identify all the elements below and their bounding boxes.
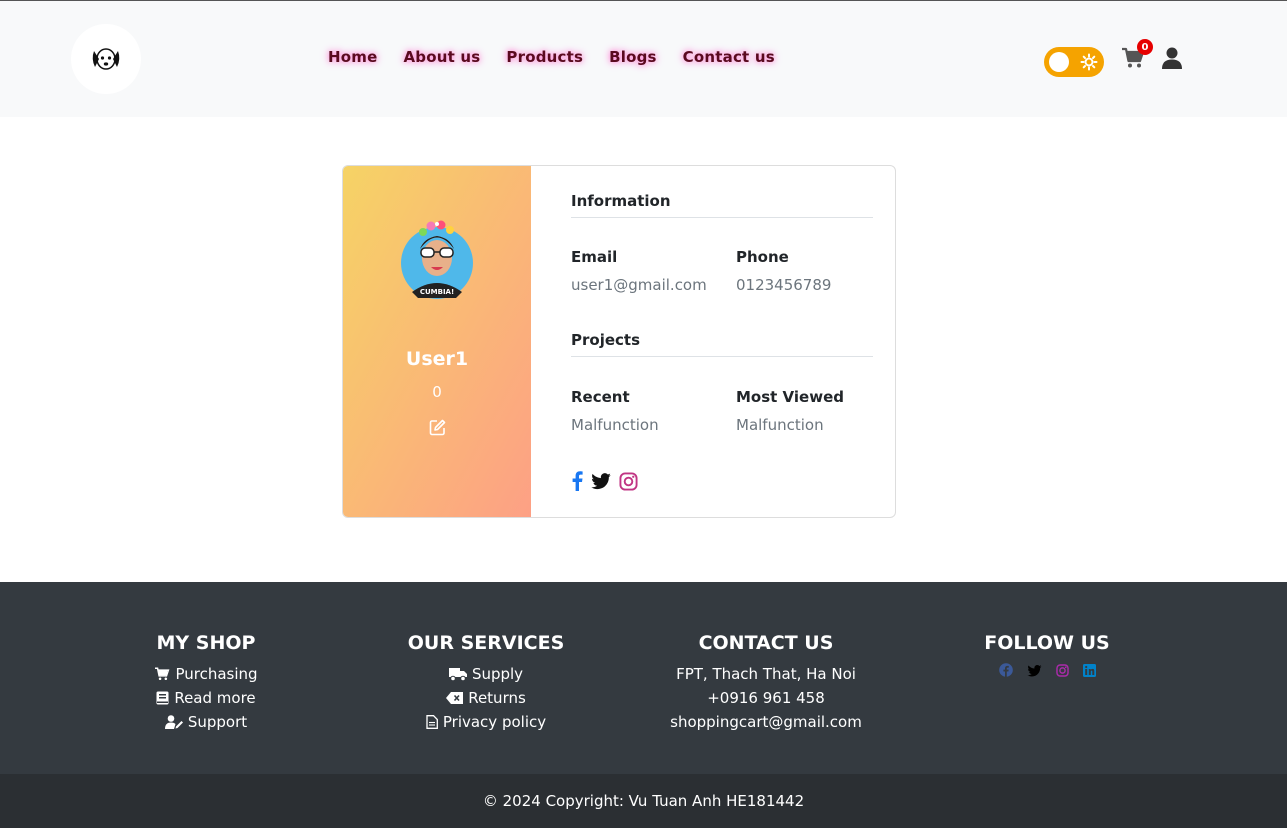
- twitter-icon: [591, 472, 611, 489]
- footer-follow-title: FOLLOW US: [984, 632, 1110, 654]
- theme-toggle[interactable]: [1044, 47, 1104, 77]
- projects-title: Projects: [571, 331, 873, 357]
- facebook-icon: [998, 663, 1013, 677]
- twitter-link[interactable]: [591, 472, 611, 494]
- main-nav: Home About us Products Blogs Contact us: [328, 48, 775, 66]
- recent-value: Malfunction: [571, 416, 659, 434]
- footer-support-label: Support: [187, 713, 248, 731]
- footer-privacy-label: Privacy policy: [442, 713, 547, 731]
- site-header: Home About us Products Blogs Contact us …: [0, 1, 1287, 117]
- email-label: Email: [571, 248, 618, 266]
- edit-icon: [429, 419, 446, 436]
- book-icon: [156, 691, 169, 705]
- profile-sidebar: CUMBIA! User1 0: [343, 166, 531, 517]
- user-edit-icon: [164, 715, 183, 729]
- footer-contact: CONTACT US FPT, Thach That, Ha Noi +0916…: [656, 632, 876, 734]
- edit-profile-button[interactable]: [429, 419, 446, 440]
- phone-label: Phone: [736, 248, 789, 266]
- footer-returns-label: Returns: [468, 689, 526, 707]
- footer-readmore-link[interactable]: Read more: [106, 686, 306, 710]
- footer-follow: FOLLOW US: [947, 632, 1147, 681]
- toggle-knob: [1049, 52, 1069, 72]
- instagram-link[interactable]: [619, 471, 638, 495]
- information-title: Information: [571, 192, 873, 218]
- footer-support-link[interactable]: Support: [106, 710, 306, 734]
- cart-count-badge: 0: [1137, 39, 1153, 55]
- profile-count: 0: [432, 383, 442, 401]
- document-icon: [426, 715, 438, 729]
- facebook-icon: [572, 471, 583, 491]
- linkedin-icon: [1082, 664, 1096, 677]
- footer-instagram-link[interactable]: [1055, 662, 1069, 681]
- nav-about[interactable]: About us: [403, 48, 480, 66]
- instagram-icon: [1055, 664, 1069, 677]
- nav-contact[interactable]: Contact us: [683, 48, 775, 66]
- footer-services: OUR SERVICES Supply Returns Privacy poli…: [386, 632, 586, 734]
- account-button[interactable]: [1162, 47, 1182, 73]
- footer-shop: MY SHOP Purchasing Read more Support: [106, 632, 306, 734]
- footer-readmore-label: Read more: [174, 689, 256, 707]
- most-viewed-label: Most Viewed: [736, 388, 844, 406]
- instagram-icon: [619, 471, 638, 491]
- footer-contact-title: CONTACT US: [698, 632, 834, 654]
- copyright-bar: © 2024 Copyright: Vu Tuan Anh HE181442: [0, 774, 1287, 828]
- twitter-icon: [1026, 665, 1041, 677]
- avatar-shirt-text: CUMBIA!: [420, 288, 454, 296]
- logo[interactable]: [71, 24, 141, 94]
- footer-purchasing-label: Purchasing: [175, 665, 258, 683]
- footer-phone: +0916 961 458: [707, 689, 825, 707]
- profile-card: CUMBIA! User1 0 Information Email user1@…: [342, 165, 896, 518]
- recent-label: Recent: [571, 388, 630, 406]
- footer-linkedin-link[interactable]: [1082, 662, 1096, 681]
- facebook-link[interactable]: [571, 471, 583, 495]
- footer-purchasing-link[interactable]: Purchasing: [106, 662, 306, 686]
- footer-facebook-link[interactable]: [998, 662, 1013, 681]
- footer-address: FPT, Thach That, Ha Noi: [676, 665, 856, 683]
- dog-logo-icon: [92, 48, 120, 70]
- footer-supply-label: Supply: [471, 665, 524, 683]
- footer-privacy-link[interactable]: Privacy policy: [386, 710, 586, 734]
- truck-icon: [448, 668, 467, 681]
- user-icon: [1162, 47, 1182, 69]
- sun-icon: [1080, 53, 1098, 71]
- footer-twitter-link[interactable]: [1026, 662, 1042, 681]
- site-footer: MY SHOP Purchasing Read more Support OUR…: [0, 582, 1287, 774]
- nav-products[interactable]: Products: [506, 48, 583, 66]
- profile-socials: [571, 471, 638, 495]
- copyright-text: © 2024 Copyright: Vu Tuan Anh HE181442: [482, 792, 805, 810]
- avatar: CUMBIA!: [401, 220, 473, 299]
- footer-social-icons: [947, 662, 1147, 681]
- nav-home[interactable]: Home: [328, 48, 377, 66]
- most-viewed-value: Malfunction: [736, 416, 824, 434]
- phone-value: 0123456789: [736, 276, 832, 294]
- backspace-icon: [446, 692, 464, 704]
- footer-supply-link[interactable]: Supply: [386, 662, 586, 686]
- footer-shop-title: MY SHOP: [156, 632, 256, 654]
- profile-name: User1: [405, 348, 469, 370]
- footer-services-title: OUR SERVICES: [407, 632, 565, 654]
- email-value: user1@gmail.com: [571, 276, 707, 294]
- footer-email: shoppingcart@gmail.com: [670, 713, 862, 731]
- nav-blogs[interactable]: Blogs: [609, 48, 657, 66]
- cart-icon: [155, 667, 170, 681]
- footer-returns-link[interactable]: Returns: [386, 686, 586, 710]
